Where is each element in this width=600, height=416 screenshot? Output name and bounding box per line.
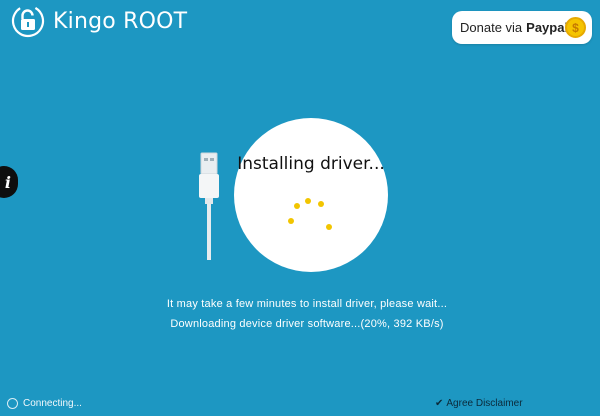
info-icon: i: [4, 172, 11, 192]
driver-install-status-circle: Installing driver...: [234, 118, 388, 272]
connection-status: Connecting...: [7, 398, 82, 409]
donate-paypal-button[interactable]: Donate via Paypal $: [452, 11, 592, 44]
spinner-dot: [288, 218, 294, 224]
kingo-root-window: Kingo ROOT Donate via Paypal $ i Install…: [0, 0, 600, 416]
agree-disclaimer-link[interactable]: ✔ Agree Disclaimer: [435, 398, 523, 409]
install-wait-message: It may take a few minutes to install dri…: [166, 298, 448, 310]
spinner-dot: [305, 198, 311, 204]
dollar-coin-icon: $: [565, 17, 586, 38]
app-logo: Kingo ROOT: [11, 4, 187, 38]
status-title: Installing driver...: [237, 154, 385, 174]
connecting-spinner-icon: [7, 398, 18, 409]
disclaimer-label: Agree Disclaimer: [446, 398, 523, 409]
paypal-label: Paypal: [526, 20, 569, 35]
spinner-dot: [326, 224, 332, 230]
spinner-dot: [318, 201, 324, 207]
usb-cable-icon: [199, 152, 219, 260]
info-button[interactable]: i: [0, 166, 18, 198]
donate-label: Donate via: [460, 20, 523, 35]
checkmark-icon: ✔: [435, 398, 444, 409]
download-progress-text: Downloading device driver software...(20…: [170, 318, 444, 330]
spinner-dot: [294, 203, 300, 209]
unlock-icon: [11, 4, 45, 38]
app-title: Kingo ROOT: [53, 8, 188, 34]
connection-status-label: Connecting...: [23, 398, 82, 409]
